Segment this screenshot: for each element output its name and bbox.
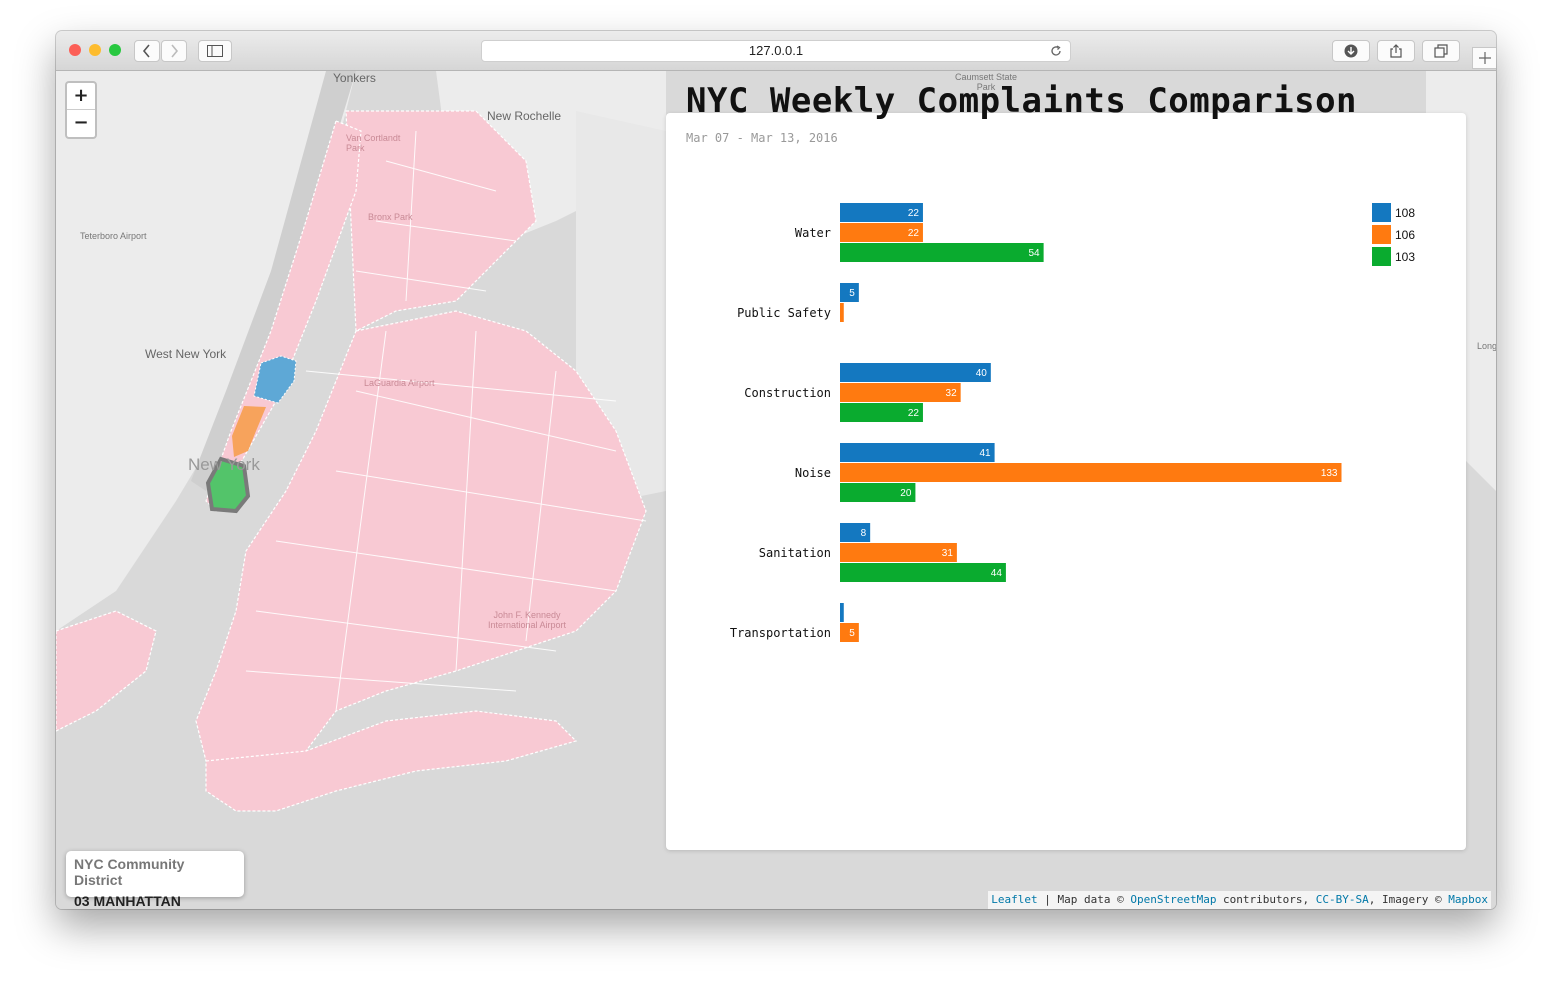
category-label-construction: Construction	[744, 386, 831, 400]
legend-label-106: 106	[1395, 228, 1415, 242]
map-label-van-cortlandt: Van Cortlandt Park	[346, 133, 401, 153]
category-label-noise: Noise	[795, 466, 831, 480]
new-tab-button[interactable]	[1472, 47, 1496, 69]
legend-swatch-108	[1372, 203, 1391, 222]
zoom-in-button[interactable]: +	[67, 83, 95, 110]
staten-island-districts[interactable]	[56, 610, 157, 732]
bar-value-label: 5	[849, 288, 855, 299]
sidebar-toggle-button[interactable]	[198, 40, 232, 62]
map-label-jfk: John F. Kennedy International Airport	[487, 610, 567, 630]
chevron-left-icon	[142, 44, 150, 58]
attribution-contributors: contributors,	[1216, 893, 1316, 906]
osm-link[interactable]: OpenStreetMap	[1130, 893, 1216, 906]
chart-title: NYC Weekly Complaints Comparison	[686, 81, 1358, 121]
url-text: 127.0.0.1	[748, 43, 804, 58]
bar-noise-106	[840, 463, 1342, 482]
map-label-long: Long	[1477, 341, 1496, 351]
category-label-public-safety: Public Safety	[737, 306, 831, 320]
category-label-transportation: Transportation	[730, 626, 831, 640]
chart-panel: Mar 07 - Mar 13, 2016 Water 22 22 54 Public …	[666, 113, 1466, 850]
tabs-icon	[1434, 44, 1448, 58]
attribution-separator: |	[1037, 893, 1058, 906]
mapbox-link[interactable]: Mapbox	[1448, 893, 1488, 906]
bar-value-label: 54	[1028, 248, 1040, 259]
forward-button[interactable]	[161, 40, 187, 62]
bar-public-safety-106	[840, 303, 844, 322]
back-button[interactable]	[134, 40, 160, 62]
attribution-map-data: Map data ©	[1057, 893, 1131, 906]
browser-toolbar: 127.0.0.1	[56, 31, 1496, 71]
legend-swatch-103	[1372, 247, 1391, 266]
bar-value-label: 32	[946, 388, 958, 399]
bar-construction-106	[840, 383, 961, 402]
share-icon	[1390, 44, 1402, 58]
map-label-west-new-york: West New York	[145, 347, 227, 361]
map-label-new-rochelle: New Rochelle	[487, 109, 562, 123]
legend-label-103: 103	[1395, 250, 1415, 264]
map-label-yonkers: Yonkers	[333, 71, 376, 85]
tabs-overview-button[interactable]	[1422, 40, 1460, 62]
bar-value-label: 5	[849, 628, 855, 639]
bar-value-label: 8	[861, 528, 867, 539]
attribution-imagery: , Imagery ©	[1368, 893, 1449, 906]
bar-value-label: 22	[908, 208, 920, 219]
bar-noise-108	[840, 443, 995, 462]
bar-value-label: 41	[979, 448, 991, 459]
close-window-button[interactable]	[69, 44, 81, 56]
chevron-right-icon	[171, 44, 179, 58]
district-info-title: NYC Community District	[74, 856, 185, 888]
district-info-value: 03 MANHATTAN	[74, 893, 181, 909]
leaflet-link[interactable]: Leaflet	[991, 893, 1037, 906]
bar-value-label: 31	[942, 548, 954, 559]
bar-value-label: 133	[1321, 468, 1338, 479]
map-label-laguardia: LaGuardia Airport	[364, 378, 435, 388]
map-label-new-york: New York	[188, 455, 260, 474]
downloads-button[interactable]	[1332, 40, 1370, 62]
bar-sanitation-103	[840, 563, 1006, 582]
category-label-water: Water	[795, 226, 831, 240]
license-link[interactable]: CC-BY-SA	[1316, 893, 1369, 906]
bar-value-label: 44	[991, 568, 1003, 579]
legend-label-108: 108	[1395, 206, 1415, 220]
complaints-bar-chart: Water 22 22 54 Public Safety 5 Construction 40 3…	[730, 203, 1415, 642]
map-attribution: Leaflet | Map data © OpenStreetMap contr…	[988, 891, 1491, 909]
bar-sanitation-106	[840, 543, 957, 562]
bar-construction-108	[840, 363, 991, 382]
zoom-out-button[interactable]: −	[67, 110, 95, 136]
bar-value-label: 22	[908, 228, 920, 239]
bar-water-103	[840, 243, 1044, 262]
share-button[interactable]	[1377, 40, 1415, 62]
address-bar[interactable]: 127.0.0.1	[481, 40, 1071, 62]
bar-transportation-108	[840, 603, 844, 622]
browser-window: 127.0.0.1 Yonkers New Rochelle Caumsett …	[56, 31, 1496, 909]
bar-value-label: 40	[976, 368, 988, 379]
legend-swatch-106	[1372, 225, 1391, 244]
category-label-sanitation: Sanitation	[759, 546, 831, 560]
bar-value-label: 22	[908, 408, 920, 419]
download-icon	[1344, 44, 1358, 58]
bar-value-label: 20	[900, 488, 912, 499]
map-container[interactable]: Yonkers New Rochelle Caumsett State Park…	[56, 71, 1496, 909]
district-info-box: NYC Community District 03 MANHATTAN	[66, 851, 244, 909]
zoom-window-button[interactable]	[109, 44, 121, 56]
sidebar-icon	[207, 45, 223, 57]
map-label-teterboro: Teterboro Airport	[80, 231, 147, 241]
plus-icon	[1478, 52, 1491, 64]
minimize-window-button[interactable]	[89, 44, 101, 56]
map-label-bronx-park: Bronx Park	[368, 212, 413, 222]
zoom-control: + −	[65, 81, 97, 139]
reload-icon[interactable]	[1050, 45, 1062, 57]
